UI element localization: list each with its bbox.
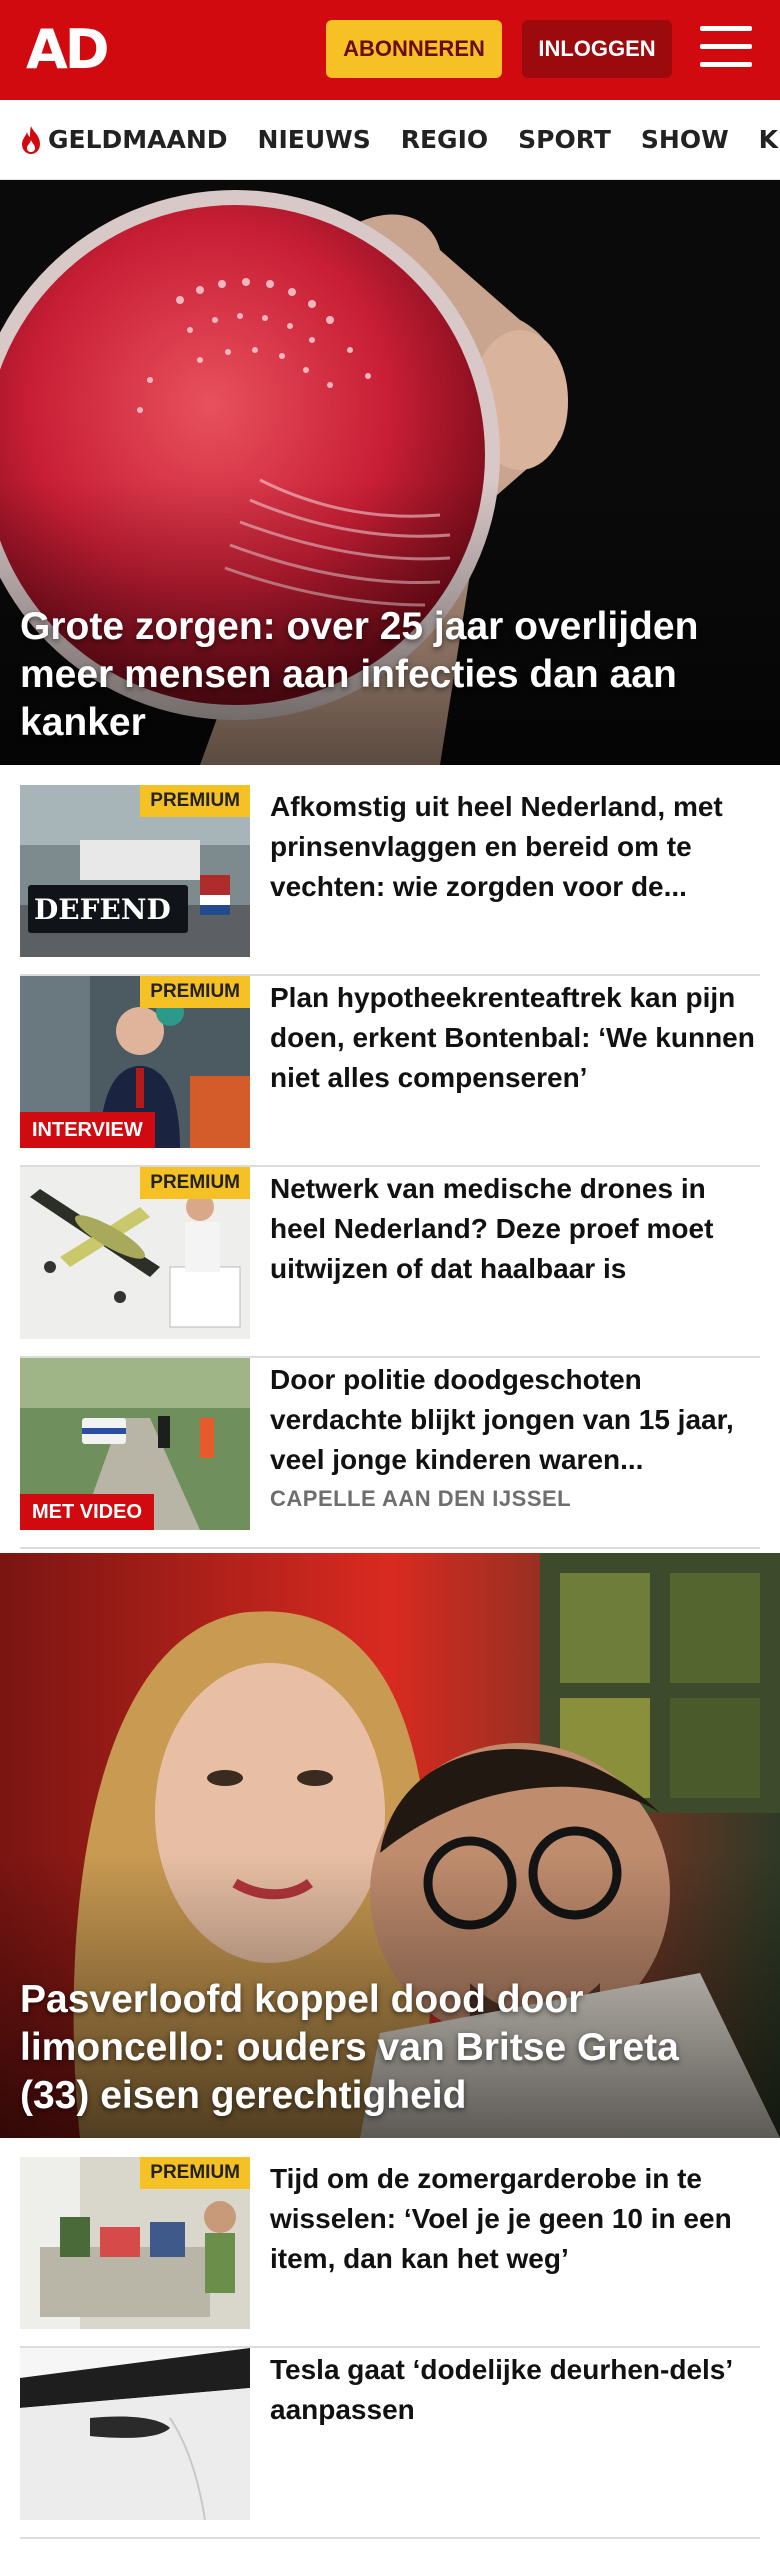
article-thumbnail: PREMIUM bbox=[20, 1167, 250, 1339]
login-button[interactable]: INLOGGEN bbox=[522, 20, 672, 78]
nav-item-nieuws[interactable]: NIEUWS bbox=[258, 125, 371, 154]
hero-article-infections[interactable]: Grote zorgen: over 25 jaar overlijden me… bbox=[0, 180, 780, 765]
article-thumbnail: DEFEND PREMIUM bbox=[20, 785, 250, 957]
list-item[interactable]: PREMIUM Tijd om de zomergarderobe in te … bbox=[20, 2157, 760, 2348]
article-location: CAPELLE AAN DEN IJSSEL bbox=[270, 1486, 572, 1511]
interview-label: INTERVIEW bbox=[20, 1112, 155, 1148]
premium-badge: PREMIUM bbox=[140, 785, 250, 817]
article-thumbnail: PREMIUM INTERVIEW bbox=[20, 976, 250, 1148]
list-item[interactable]: PREMIUM Netwerk van medische drones in h… bbox=[20, 1167, 760, 1358]
nav-label: SHOW bbox=[640, 125, 729, 154]
article-title[interactable]: Tesla gaat ‘dodelijke deurhen-dels’ aanp… bbox=[270, 2350, 760, 2430]
nav-label: REGIO bbox=[400, 125, 489, 154]
article-thumbnail: MET VIDEO bbox=[20, 1358, 250, 1530]
article-title[interactable]: Door politie doodgeschoten verdachte bli… bbox=[270, 1360, 760, 1480]
nav-item-show[interactable]: SHOW bbox=[641, 125, 729, 154]
subscribe-button[interactable]: ABONNEREN bbox=[326, 20, 502, 78]
premium-badge: PREMIUM bbox=[140, 976, 250, 1008]
list-item[interactable]: PREMIUM INTERVIEW Plan hypotheekrenteaft… bbox=[20, 976, 760, 1167]
article-title[interactable]: Netwerk van medische drones in heel Nede… bbox=[270, 1169, 760, 1289]
nav-label: NIEUWS bbox=[257, 125, 371, 154]
nav-item-geldmaand[interactable]: GELDMAAND bbox=[18, 125, 228, 155]
nav-label: SPORT bbox=[518, 125, 611, 154]
hamburger-menu-icon[interactable] bbox=[700, 24, 752, 72]
article-thumbnail bbox=[20, 2348, 250, 2520]
ad-logo[interactable]: AD bbox=[26, 22, 110, 78]
site-header: AD ABONNEREN INLOGGEN bbox=[0, 0, 780, 100]
nav-item-sport[interactable]: SPORT bbox=[518, 125, 611, 154]
list-item[interactable]: DEFEND PREMIUM Afkomstig uit heel Nederl… bbox=[20, 785, 760, 976]
thumbnail-banner-text: DEFEND bbox=[34, 893, 171, 926]
main-navigation: GELDMAAND NIEUWS REGIO SPORT SHOW KIJK bbox=[0, 100, 780, 180]
thumbnail-tesla-door-image bbox=[20, 2348, 250, 2520]
hero-article-limoncello[interactable]: Pasverloofd koppel dood door limoncello:… bbox=[0, 1553, 780, 2138]
nav-item-kijk[interactable]: KIJK bbox=[759, 125, 780, 154]
article-title[interactable]: Plan hypotheekrenteaftrek kan pijn doen,… bbox=[270, 978, 760, 1098]
premium-badge: PREMIUM bbox=[140, 1167, 250, 1199]
hero-title[interactable]: Pasverloofd koppel dood door limoncello:… bbox=[20, 1976, 756, 2120]
nav-label: KIJK bbox=[758, 125, 780, 154]
premium-badge: PREMIUM bbox=[140, 2157, 250, 2189]
flame-icon bbox=[22, 125, 40, 154]
list-item[interactable]: MET VIDEO Door politie doodgeschoten ver… bbox=[20, 1358, 760, 1549]
nav-label: GELDMAAND bbox=[48, 125, 228, 154]
list-item[interactable]: Tesla gaat ‘dodelijke deurhen-dels’ aanp… bbox=[20, 2348, 760, 2539]
nav-item-regio[interactable]: REGIO bbox=[401, 125, 488, 154]
article-thumbnail: PREMIUM bbox=[20, 2157, 250, 2329]
hero-title[interactable]: Grote zorgen: over 25 jaar overlijden me… bbox=[20, 603, 756, 747]
article-title[interactable]: Tijd om de zomergarderobe in te wisselen… bbox=[270, 2159, 760, 2279]
video-label: MET VIDEO bbox=[20, 1494, 155, 1530]
article-title[interactable]: Afkomstig uit heel Nederland, met prinse… bbox=[270, 787, 760, 907]
